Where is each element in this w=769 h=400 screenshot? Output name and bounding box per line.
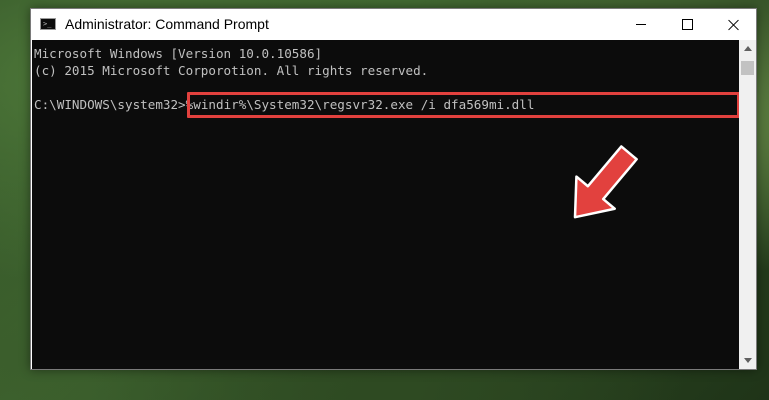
scroll-thumb[interactable] <box>741 61 754 75</box>
cmd-icon-glyph: >_ <box>43 20 52 28</box>
chevron-down-icon <box>743 358 752 363</box>
vertical-scrollbar[interactable] <box>739 40 756 369</box>
red-arrow-icon <box>573 145 638 219</box>
chevron-up-icon <box>743 46 752 51</box>
command-prompt-window: >_ Administrator: Command Prompt Microso… <box>30 8 757 370</box>
title-bar[interactable]: >_ Administrator: Command Prompt <box>31 9 756 40</box>
scroll-up-button[interactable] <box>739 40 756 57</box>
version-line: Microsoft Windows [Version 10.0.10586] <box>34 46 323 61</box>
minimize-button[interactable] <box>618 9 664 40</box>
minimize-icon <box>636 24 646 25</box>
prompt-path: C:\WINDOWS\system32> <box>34 97 186 112</box>
cmd-icon[interactable]: >_ <box>40 18 56 30</box>
scroll-down-button[interactable] <box>739 352 756 369</box>
copyright-line: (c) 2015 Microsoft Corporotion. All righ… <box>34 63 429 78</box>
close-icon <box>728 19 739 30</box>
close-button[interactable] <box>710 9 756 40</box>
command-highlight-box <box>187 92 739 118</box>
window-title: Administrator: Command Prompt <box>65 16 269 32</box>
console-output[interactable]: Microsoft Windows [Version 10.0.10586] (… <box>32 40 739 369</box>
maximize-icon <box>681 19 693 30</box>
maximize-button[interactable] <box>664 9 710 40</box>
